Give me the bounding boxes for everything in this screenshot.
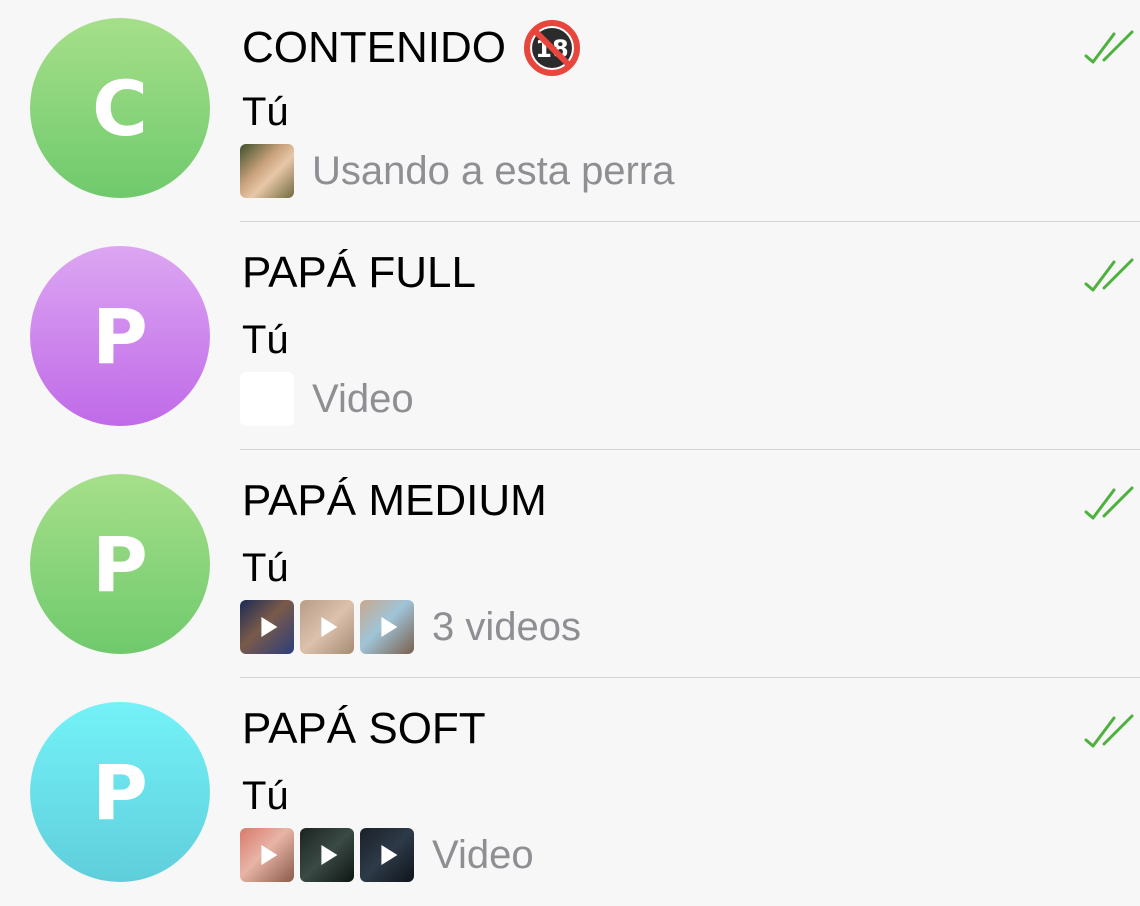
chat-title: PAPÁ MEDIUM — [242, 476, 547, 526]
chat-row-papa-soft[interactable]: P PAPÁ SOFT Tú Video — [0, 678, 1140, 906]
sender-name: Tú — [242, 546, 289, 590]
video-thumbnail — [240, 828, 294, 882]
message-preview: Video — [240, 828, 534, 882]
avatar-letter: P — [92, 519, 148, 609]
video-thumbnail — [360, 828, 414, 882]
chat-row-contenido[interactable]: C CONTENIDO 18 Tú Usando a esta perra — [0, 0, 1140, 222]
play-icon — [321, 617, 338, 637]
double-check-icon — [1084, 258, 1134, 292]
avatar-letter: C — [92, 63, 148, 153]
avatar-letter: P — [92, 291, 148, 381]
sender-name: Tú — [242, 90, 289, 134]
chat-title: CONTENIDO 18 — [242, 20, 580, 76]
double-check-icon — [1084, 30, 1134, 64]
chat-title-text: PAPÁ FULL — [242, 248, 476, 297]
avatar: P — [30, 702, 210, 882]
sender-name: Tú — [242, 774, 289, 818]
chat-list: C CONTENIDO 18 Tú Usando a esta perra P — [0, 0, 1140, 894]
message-preview: Usando a esta perra — [240, 144, 674, 198]
play-icon — [381, 845, 398, 865]
chat-title-text: PAPÁ MEDIUM — [242, 476, 547, 525]
avatar-letter: P — [92, 747, 148, 837]
preview-text: 3 videos — [432, 604, 581, 649]
video-thumbnail — [300, 828, 354, 882]
chat-row-papa-medium[interactable]: P PAPÁ MEDIUM Tú 3 videos — [0, 450, 1140, 678]
play-icon — [321, 845, 338, 865]
chat-title: PAPÁ FULL — [242, 248, 476, 298]
avatar: C — [30, 18, 210, 198]
chat-title-text: CONTENIDO — [242, 23, 506, 72]
preview-text: Usando a esta perra — [312, 148, 675, 193]
chat-title: PAPÁ SOFT — [242, 704, 486, 754]
avatar: P — [30, 246, 210, 426]
video-thumbnail — [240, 600, 294, 654]
media-thumbnail — [240, 372, 294, 426]
media-thumbnail — [240, 144, 294, 198]
video-thumbnail — [300, 600, 354, 654]
chat-title-text: PAPÁ SOFT — [242, 704, 486, 753]
chat-row-papa-full[interactable]: P PAPÁ FULL Tú Video — [0, 222, 1140, 450]
message-preview: Video — [240, 372, 414, 426]
avatar: P — [30, 474, 210, 654]
play-icon — [261, 617, 278, 637]
preview-text: Video — [432, 832, 534, 877]
no-under-18-icon: 18 — [524, 20, 580, 76]
preview-text: Video — [312, 376, 414, 421]
video-thumbnail — [360, 600, 414, 654]
play-icon — [381, 617, 398, 637]
double-check-icon — [1084, 486, 1134, 520]
message-preview: 3 videos — [240, 600, 581, 654]
sender-name: Tú — [242, 318, 289, 362]
play-icon — [261, 845, 278, 865]
double-check-icon — [1084, 714, 1134, 748]
